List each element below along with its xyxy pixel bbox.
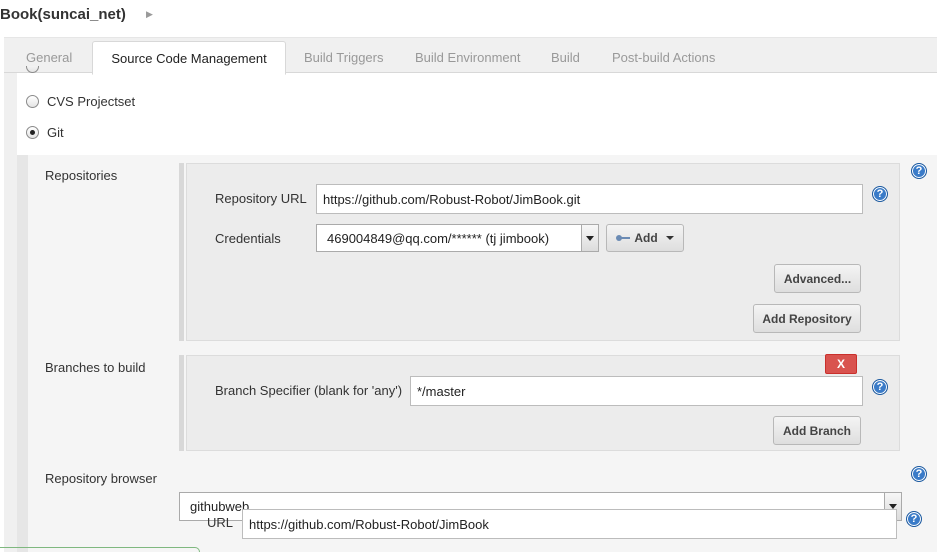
credentials-value: 469004849@qq.com/****** (tj jimbook) (327, 230, 550, 246)
dropdown-caret-icon (665, 236, 674, 240)
git-section-gutter (17, 155, 28, 552)
tab-build-triggers[interactable]: Build Triggers (304, 50, 383, 65)
tab-general[interactable]: General (26, 50, 72, 65)
branches-box-edge (179, 355, 184, 451)
browser-url-label: URL (207, 515, 234, 530)
repositories-help-icon[interactable]: ? (911, 163, 927, 179)
credentials-label: Credentials (215, 231, 281, 246)
cvs-projectset-radio[interactable] (26, 94, 39, 108)
repository-url-input[interactable]: https://github.com/Robust-Robot/JimBook.… (316, 184, 863, 214)
branches-to-build-label: Branches to build (45, 360, 146, 375)
tab-build-environment[interactable]: Build Environment (415, 50, 521, 65)
tab-build[interactable]: Build (551, 50, 580, 65)
add-repository-button[interactable]: Add Repository (753, 304, 861, 333)
branch-specifier-label: Branch Specifier (blank for 'any') (215, 383, 403, 398)
tab-source-code-management[interactable]: Source Code Management (92, 41, 286, 75)
scm-option-cvs-radio[interactable] (26, 66, 39, 73)
add-branch-button[interactable]: Add Branch (773, 416, 861, 445)
browser-url-help-icon[interactable]: ? (906, 511, 922, 527)
section-gutter (4, 73, 17, 552)
cvs-projectset-label: CVS Projectset (47, 93, 136, 109)
repositories-box-edge (179, 163, 184, 341)
repository-browser-label: Repository browser (45, 471, 157, 486)
git-radio[interactable] (26, 125, 39, 139)
page-bottom-edge (0, 547, 200, 552)
delete-branch-button[interactable]: X (825, 354, 857, 374)
branch-specifier-input[interactable]: */master (410, 376, 863, 406)
key-icon (616, 234, 631, 242)
chevron-down-icon[interactable] (581, 225, 598, 251)
job-title[interactable]: Book(suncai_net) (0, 6, 126, 23)
tab-post-build-actions[interactable]: Post-build Actions (612, 50, 715, 65)
branch-specifier-help-icon[interactable]: ? (872, 379, 888, 395)
breadcrumb-arrow-icon[interactable]: ▶ (146, 9, 153, 20)
add-credentials-button[interactable]: Add (606, 224, 684, 252)
scm-option-git[interactable]: Git (26, 123, 64, 141)
repository-browser-help-icon[interactable]: ? (911, 466, 927, 482)
repositories-label: Repositories (45, 168, 118, 183)
repository-url-label: Repository URL (215, 191, 307, 206)
credentials-select[interactable]: 469004849@qq.com/****** (tj jimbook) (316, 224, 599, 252)
config-tab-bar: General Source Code Management Build Tri… (4, 37, 937, 75)
repository-url-help-icon[interactable]: ? (872, 186, 888, 202)
add-credentials-label: Add (634, 231, 658, 245)
browser-url-input[interactable]: https://github.com/Robust-Robot/JimBook (242, 509, 897, 539)
repository-browser-value: githubweb (190, 499, 250, 514)
scm-option-cvs-projectset[interactable]: CVS Projectset (26, 92, 135, 110)
advanced-button[interactable]: Advanced... (774, 264, 861, 293)
git-label: Git (47, 124, 64, 140)
